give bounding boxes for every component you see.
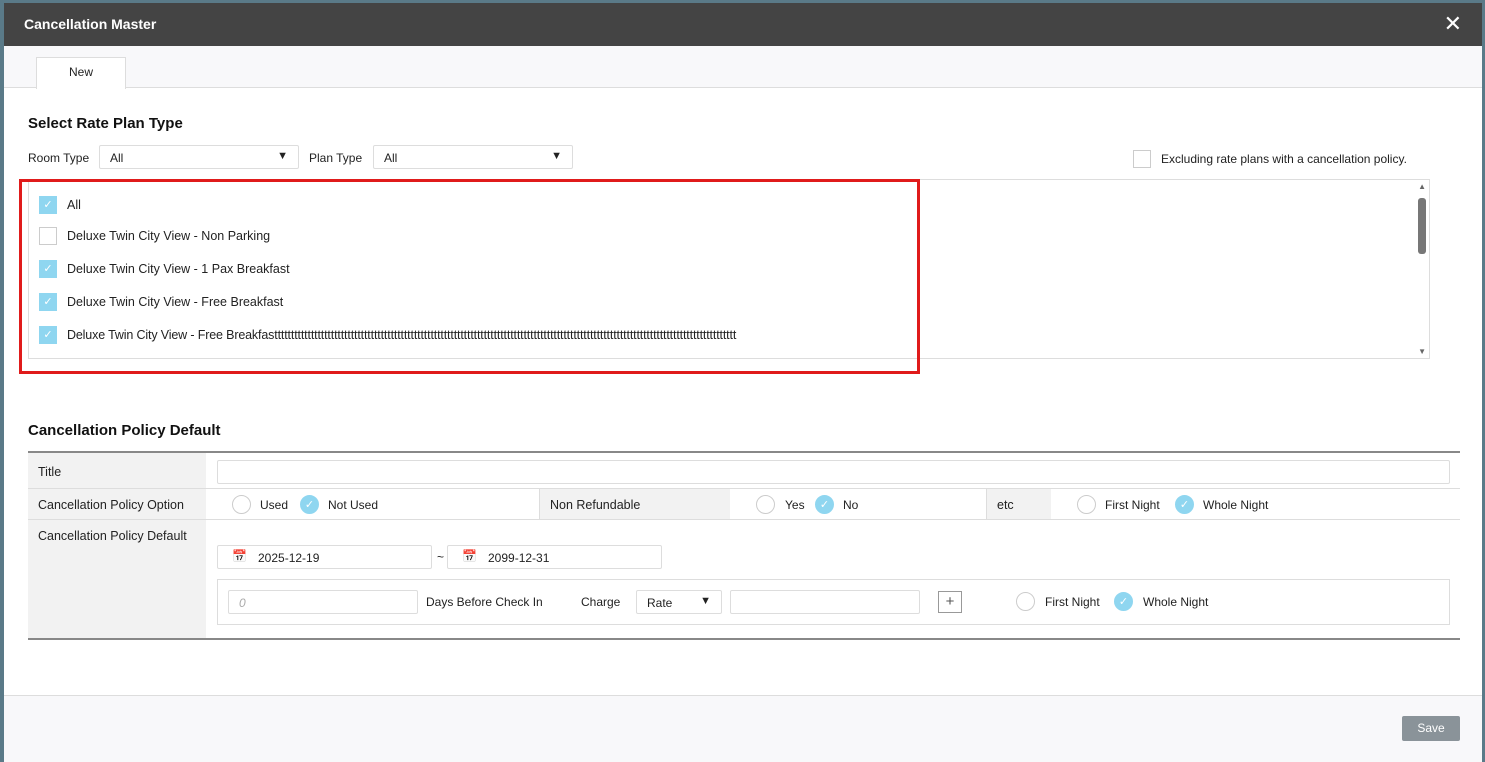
- radio-not-used[interactable]: ✓: [300, 495, 319, 514]
- whole-night-label-2: Whole Night: [1143, 595, 1209, 609]
- chevron-down-icon: ▼: [277, 150, 288, 162]
- start-date-input[interactable]: 📅 2025-12-19: [217, 545, 432, 569]
- checkbox-checked[interactable]: ✓: [39, 326, 57, 344]
- radio-yes[interactable]: [756, 495, 775, 514]
- room-type-label: Room Type: [28, 151, 90, 165]
- cancellation-master-window: Cancellation Master ✕ New Select Rate Pl…: [4, 3, 1482, 762]
- close-icon[interactable]: ✕: [1444, 11, 1462, 37]
- tab-bar: New: [4, 46, 1482, 89]
- option-row: Cancellation Policy Option Used ✓ Not Us…: [28, 489, 1460, 520]
- days-label: Days Before Check In: [426, 595, 543, 609]
- radio-whole-night-2[interactable]: ✓: [1114, 592, 1133, 611]
- window-header: Cancellation Master ✕: [4, 3, 1482, 46]
- non-refundable-label: Non Refundable: [539, 489, 730, 519]
- title-label: Title: [28, 453, 206, 488]
- charge-amount-input[interactable]: [730, 590, 920, 614]
- title-row: Title: [28, 453, 1460, 489]
- footer: [4, 695, 1482, 762]
- default-row: Cancellation Policy Default 📅 2025-12-19 …: [28, 520, 1460, 640]
- days-input[interactable]: 0: [228, 590, 418, 614]
- yes-label: Yes: [785, 498, 805, 512]
- calendar-icon: 📅: [232, 549, 247, 563]
- date-separator: ~: [437, 550, 445, 564]
- plan-type-value: All: [384, 151, 398, 165]
- radio-used[interactable]: [232, 495, 251, 514]
- whole-night-label: Whole Night: [1203, 498, 1269, 512]
- etc-label: etc: [986, 489, 1051, 519]
- checkbox-checked[interactable]: ✓: [39, 196, 57, 214]
- item-label: Deluxe Twin City View - Free Breakfast: [67, 295, 284, 309]
- option-label: Cancellation Policy Option: [28, 489, 206, 519]
- room-type-select[interactable]: All ▼: [99, 145, 299, 169]
- item-label: All: [67, 198, 81, 212]
- checkbox-checked[interactable]: ✓: [39, 293, 57, 311]
- default-label: Cancellation Policy Default: [28, 520, 206, 638]
- rate-plan-section-title: Select Rate Plan Type: [28, 115, 183, 132]
- scroll-down-icon[interactable]: ▼: [1418, 347, 1426, 356]
- not-used-label: Not Used: [328, 498, 379, 512]
- save-button[interactable]: Save: [1402, 716, 1460, 741]
- no-label: No: [843, 498, 859, 512]
- charge-rule-box: 0 Days Before Check In Charge Rate ▼ + Fi…: [217, 579, 1450, 625]
- tab-new[interactable]: New: [36, 57, 126, 89]
- calendar-icon: 📅: [462, 549, 477, 563]
- radio-whole-night[interactable]: ✓: [1175, 495, 1194, 514]
- rate-plan-list: ✓ All Deluxe Twin City View - Non Parking…: [28, 179, 1430, 359]
- radio-first-night-2[interactable]: [1016, 592, 1035, 611]
- start-date: 2025-12-19: [258, 551, 320, 565]
- first-night-label: First Night: [1105, 498, 1160, 512]
- charge-type-value: Rate: [647, 596, 673, 610]
- checkbox-checked[interactable]: ✓: [39, 260, 57, 278]
- charge-type-select[interactable]: Rate ▼: [636, 590, 722, 614]
- add-button[interactable]: +: [938, 591, 962, 613]
- exclude-label: Excluding rate plans with a cancellation…: [1161, 152, 1407, 166]
- room-type-value: All: [110, 151, 124, 165]
- title-input[interactable]: [217, 460, 1450, 484]
- radio-first-night[interactable]: [1077, 495, 1096, 514]
- window-title: Cancellation Master: [24, 16, 157, 32]
- scrollbar-thumb[interactable]: [1418, 198, 1426, 254]
- exclude-checkbox[interactable]: [1133, 150, 1151, 168]
- policy-section-title: Cancellation Policy Default: [28, 422, 221, 439]
- scroll-up-icon[interactable]: ▲: [1418, 182, 1426, 191]
- charge-label: Charge: [581, 595, 621, 609]
- radio-no[interactable]: ✓: [815, 495, 834, 514]
- used-label: Used: [260, 498, 289, 512]
- first-night-label-2: First Night: [1045, 595, 1100, 609]
- item-label: Deluxe Twin City View - 1 Pax Breakfast: [67, 262, 290, 276]
- end-date-input[interactable]: 📅 2099-12-31: [447, 545, 662, 569]
- checkbox[interactable]: [39, 227, 57, 245]
- item-label: Deluxe Twin City View - Non Parking: [67, 229, 271, 243]
- item-label: Deluxe Twin City View - Free Breakfasttt…: [67, 328, 737, 342]
- chevron-down-icon: ▼: [551, 150, 562, 162]
- end-date: 2099-12-31: [488, 551, 550, 565]
- plan-type-select[interactable]: All ▼: [373, 145, 573, 169]
- chevron-down-icon: ▼: [700, 595, 711, 607]
- plan-type-label: Plan Type: [309, 151, 363, 165]
